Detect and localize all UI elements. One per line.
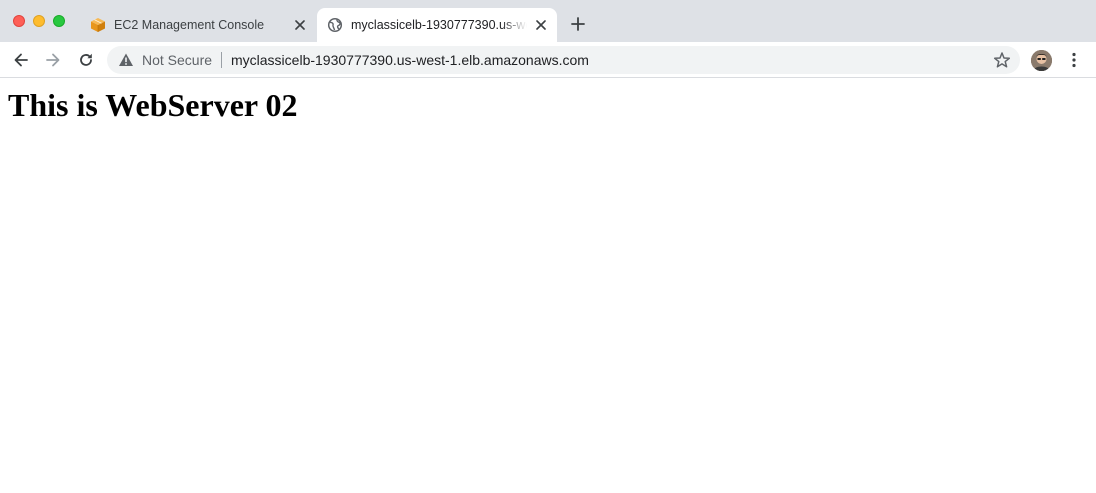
reload-button[interactable]	[76, 50, 96, 70]
reload-icon	[80, 53, 92, 66]
window-maximize-button[interactable]	[53, 15, 65, 27]
arrow-right-icon	[46, 53, 60, 67]
omnibox-divider	[221, 52, 222, 68]
tab-strip: EC2 Management Console myclassicelb-1930…	[0, 0, 1096, 42]
tab-classic-elb[interactable]: myclassicelb-1930777390.us-west-1.elb.am…	[317, 8, 557, 42]
new-tab-button[interactable]	[569, 15, 587, 33]
tab-ec2-console[interactable]: EC2 Management Console	[80, 8, 316, 42]
bookmark-star-icon[interactable]	[993, 51, 1011, 69]
globe-icon	[327, 17, 343, 33]
close-icon[interactable]	[533, 17, 549, 33]
profile-avatar[interactable]	[1031, 50, 1052, 71]
close-icon[interactable]	[292, 17, 308, 33]
warning-icon[interactable]	[118, 52, 134, 68]
forward-button[interactable]	[43, 50, 63, 70]
vertical-dots-icon	[1072, 52, 1076, 68]
page-heading: This is WebServer 02	[8, 87, 298, 123]
tab-title: myclassicelb-1930777390.us-west-1.elb.am…	[351, 18, 527, 32]
security-status-label[interactable]: Not Secure	[142, 52, 212, 68]
aws-box-icon	[90, 17, 106, 33]
window-minimize-button[interactable]	[33, 15, 45, 27]
url-text[interactable]: myclassicelb-1930777390.us-west-1.elb.am…	[231, 52, 589, 68]
more-options-button[interactable]	[1065, 50, 1083, 70]
browser-toolbar: Not Secure myclassicelb-1930777390.us-we…	[0, 42, 1096, 78]
window-close-button[interactable]	[13, 15, 25, 27]
address-bar[interactable]: Not Secure myclassicelb-1930777390.us-we…	[107, 46, 1020, 74]
page-content: This is WebServer 02	[0, 79, 1096, 493]
back-button[interactable]	[11, 50, 31, 70]
tab-title: EC2 Management Console	[114, 18, 265, 32]
arrow-left-icon	[14, 53, 28, 67]
plus-icon	[571, 17, 585, 31]
